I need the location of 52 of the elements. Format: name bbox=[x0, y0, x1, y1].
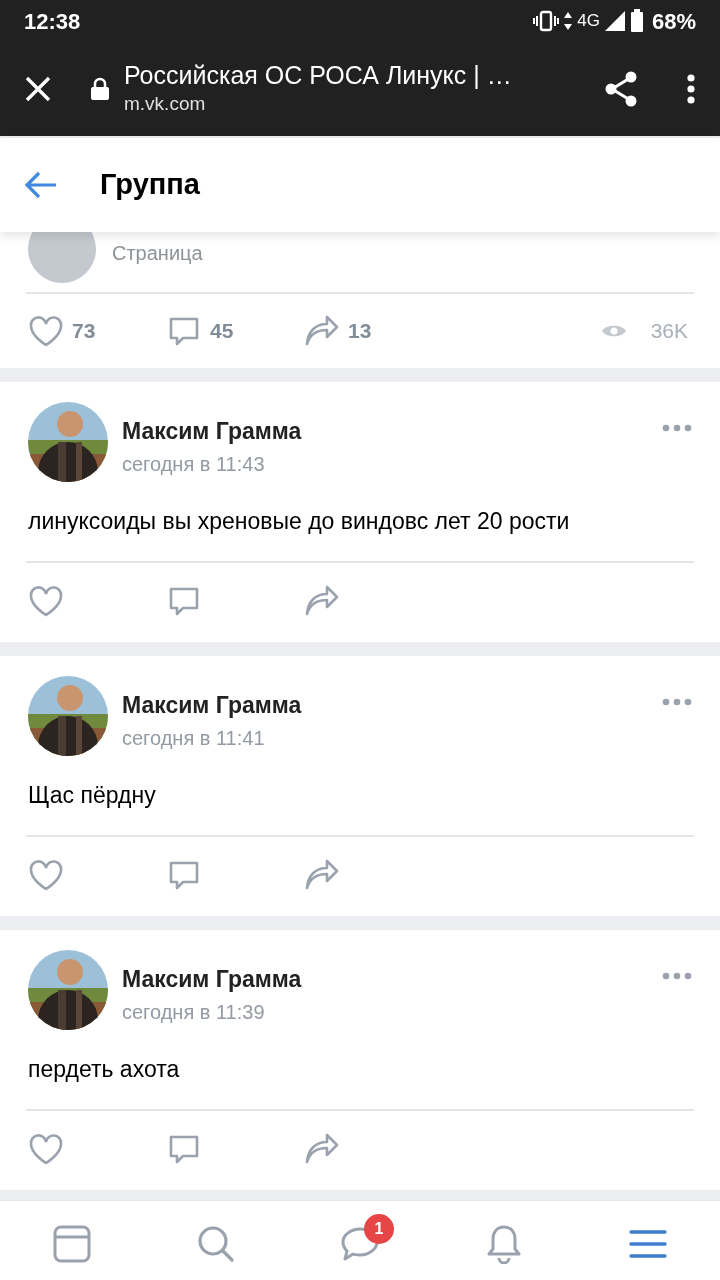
share-arrow-icon bbox=[304, 314, 340, 348]
data-arrows-icon bbox=[563, 10, 574, 32]
heart-icon bbox=[28, 1131, 64, 1166]
more-icon bbox=[662, 424, 692, 432]
search-icon bbox=[196, 1223, 236, 1264]
link-avatar bbox=[28, 232, 96, 283]
close-icon bbox=[24, 75, 52, 103]
signal-icon bbox=[603, 10, 626, 32]
author-name: Максим Грамма bbox=[122, 965, 303, 994]
post-menu-button[interactable] bbox=[662, 424, 692, 432]
lock-icon bbox=[90, 77, 110, 101]
battery-level: 68% bbox=[651, 7, 696, 36]
share-icon bbox=[604, 71, 638, 107]
more-icon bbox=[662, 972, 692, 980]
page-type-label: Страница bbox=[112, 241, 203, 266]
more-button[interactable] bbox=[686, 73, 696, 105]
heart-icon bbox=[28, 857, 64, 892]
more-icon bbox=[662, 698, 692, 706]
view-count: 36K bbox=[650, 318, 688, 345]
post-time: сегодня в 11:43 bbox=[122, 451, 266, 477]
feed-icon bbox=[52, 1223, 92, 1264]
post-menu-button[interactable] bbox=[662, 698, 692, 706]
heart-icon bbox=[28, 314, 64, 348]
comment-button[interactable]: 45 bbox=[166, 314, 304, 348]
page-title: Российская ОС РОСА Линукс | … bbox=[124, 59, 513, 90]
header-title: Группа bbox=[100, 167, 200, 203]
share-arrow-icon bbox=[304, 857, 340, 892]
unread-badge: 1 bbox=[364, 1213, 394, 1244]
post-text: линуксоиды вы хреновые до виндовс лет 20 рости bbox=[27, 507, 571, 536]
back-button[interactable] bbox=[24, 171, 58, 199]
more-icon bbox=[686, 73, 696, 105]
share-arrow-icon bbox=[304, 1131, 340, 1166]
post-text: пердеть ахота bbox=[27, 1055, 181, 1084]
post-time: сегодня в 11:39 bbox=[122, 999, 266, 1025]
like-button[interactable]: 73 bbox=[28, 314, 166, 348]
clock: 12:38 bbox=[24, 7, 81, 36]
close-button[interactable] bbox=[24, 75, 52, 103]
share-button[interactable] bbox=[604, 71, 638, 107]
tab-messages-button[interactable]: 1 bbox=[326, 1213, 394, 1268]
post-menu-button[interactable] bbox=[662, 972, 692, 980]
author-name: Максим Грамма bbox=[122, 417, 303, 446]
share-arrow-icon bbox=[304, 583, 340, 618]
author-name: Максим Грамма bbox=[122, 691, 303, 720]
network-label: 4G bbox=[577, 10, 600, 33]
post-time: сегодня в 11:41 bbox=[122, 725, 266, 751]
back-arrow-icon bbox=[24, 171, 58, 199]
page-url: m.vk.com bbox=[124, 91, 207, 116]
share-post-button[interactable]: 13 bbox=[304, 314, 422, 348]
heart-icon bbox=[28, 583, 64, 618]
post-text: Щас пёрдну bbox=[27, 781, 157, 810]
battery-icon bbox=[629, 9, 644, 33]
vibrate-icon bbox=[533, 10, 560, 32]
